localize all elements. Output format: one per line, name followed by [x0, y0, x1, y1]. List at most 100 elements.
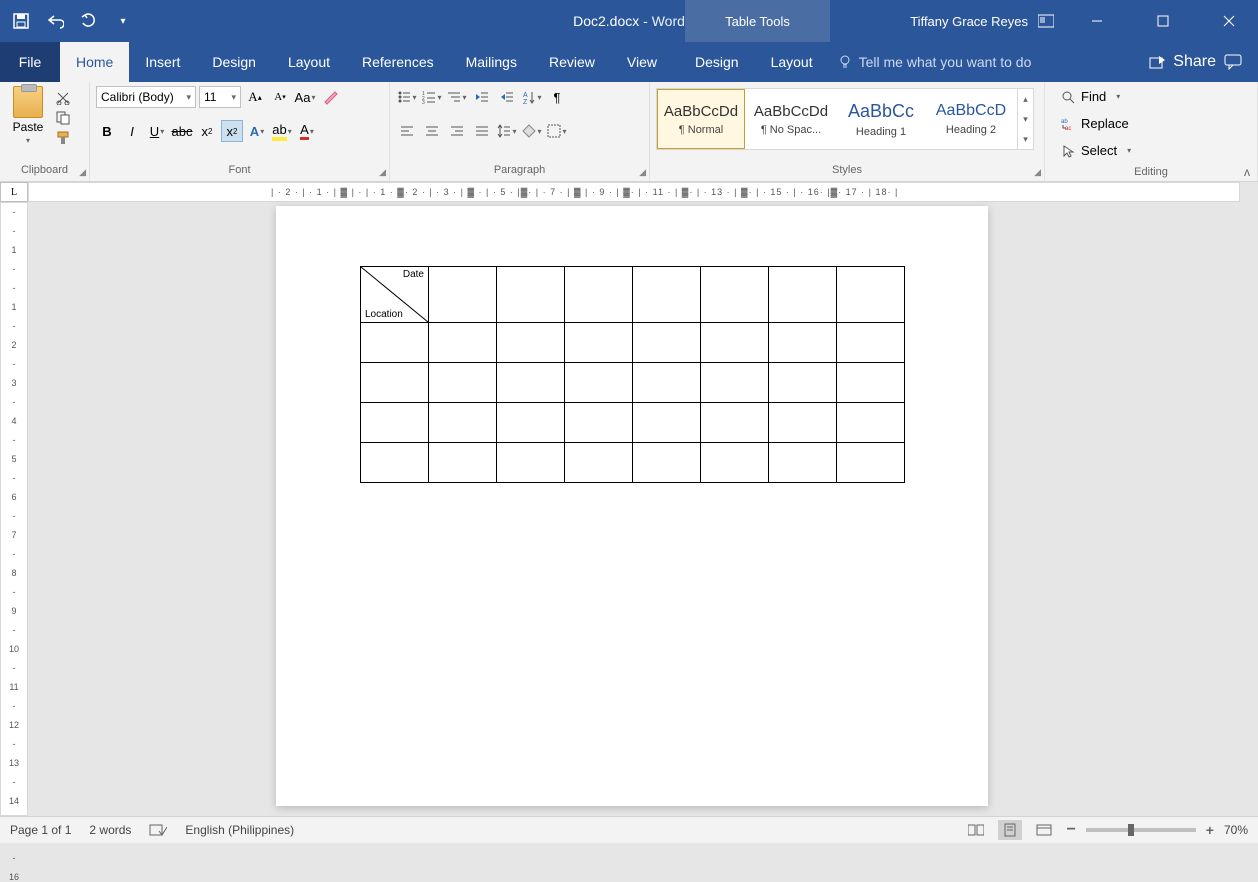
find-button[interactable]: Find▾ — [1055, 86, 1247, 107]
style-normal[interactable]: AaBbCcDd¶ Normal — [657, 89, 745, 149]
table-cell[interactable] — [429, 323, 497, 363]
align-center-button[interactable] — [421, 120, 443, 142]
replace-button[interactable]: abac Replace — [1055, 113, 1247, 134]
tab-insert[interactable]: Insert — [129, 42, 196, 82]
font-name-combo[interactable]: Calibri (Body)▾ — [96, 86, 196, 108]
table-cell[interactable] — [701, 323, 769, 363]
font-launcher-icon[interactable]: ◢ — [379, 165, 386, 179]
table-cell[interactable] — [429, 403, 497, 443]
table-cell[interactable] — [837, 443, 905, 483]
redo-icon[interactable] — [80, 12, 98, 30]
table-cell[interactable] — [633, 267, 701, 323]
bold-button[interactable]: B — [96, 120, 118, 142]
table-cell[interactable] — [497, 443, 565, 483]
table-cell[interactable] — [361, 443, 429, 483]
table-header-diagonal[interactable]: Date Location — [361, 267, 429, 323]
paragraph-launcher-icon[interactable]: ◢ — [639, 165, 646, 179]
table-cell[interactable] — [565, 323, 633, 363]
strikethrough-button[interactable]: abc — [171, 120, 193, 142]
content-table[interactable]: Date Location — [360, 266, 905, 483]
tab-table-layout[interactable]: Layout — [755, 42, 829, 82]
grow-font-icon[interactable]: A▴ — [244, 86, 266, 108]
shrink-font-icon[interactable]: A▾ — [269, 86, 291, 108]
print-layout-icon[interactable] — [998, 820, 1022, 840]
comments-icon[interactable] — [1224, 54, 1244, 70]
text-effects-button[interactable]: A — [246, 120, 268, 142]
sort-button[interactable]: AZ — [521, 86, 543, 108]
table-cell[interactable] — [633, 363, 701, 403]
table-cell[interactable] — [633, 443, 701, 483]
table-cell[interactable] — [361, 363, 429, 403]
undo-icon[interactable] — [46, 12, 64, 30]
font-size-combo[interactable]: 11▾ — [199, 86, 241, 108]
table-cell[interactable] — [565, 403, 633, 443]
clear-formatting-icon[interactable] — [319, 86, 341, 108]
shading-button[interactable] — [521, 120, 543, 142]
table-cell[interactable] — [769, 363, 837, 403]
tab-review[interactable]: Review — [533, 42, 611, 82]
table-cell[interactable] — [633, 403, 701, 443]
styles-launcher-icon[interactable]: ◢ — [1034, 165, 1041, 179]
save-icon[interactable] — [12, 12, 30, 30]
maximize-button[interactable] — [1140, 0, 1186, 42]
table-cell[interactable] — [837, 267, 905, 323]
user-name[interactable]: Tiffany Grace Reyes — [910, 14, 1054, 29]
spellcheck-icon[interactable] — [149, 823, 167, 837]
tab-file[interactable]: File — [0, 42, 60, 82]
table-cell[interactable] — [701, 403, 769, 443]
zoom-in-button[interactable]: + — [1206, 822, 1214, 838]
clipboard-launcher-icon[interactable]: ◢ — [79, 165, 86, 179]
underline-button[interactable]: U — [146, 120, 168, 142]
copy-icon[interactable] — [54, 110, 72, 126]
tab-references[interactable]: References — [346, 42, 450, 82]
zoom-slider[interactable] — [1086, 828, 1196, 832]
select-button[interactable]: Select▾ — [1055, 140, 1247, 161]
share-button[interactable]: Share — [1149, 53, 1216, 71]
change-case-button[interactable]: Aa — [294, 86, 316, 108]
font-color-button[interactable]: A — [296, 120, 318, 142]
table-cell[interactable] — [837, 403, 905, 443]
table-cell[interactable] — [361, 403, 429, 443]
subscript-button[interactable]: x2 — [196, 120, 218, 142]
align-left-button[interactable] — [396, 120, 418, 142]
format-painter-icon[interactable] — [54, 130, 72, 146]
tab-layout[interactable]: Layout — [272, 42, 346, 82]
style-heading1[interactable]: AaBbCcHeading 1 — [837, 89, 925, 149]
table-cell[interactable] — [361, 323, 429, 363]
web-layout-icon[interactable] — [1032, 820, 1056, 840]
style-heading2[interactable]: AaBbCcDHeading 2 — [927, 89, 1015, 149]
table-cell[interactable] — [497, 267, 565, 323]
borders-button[interactable] — [546, 120, 568, 142]
cut-icon[interactable] — [54, 90, 72, 106]
document-page[interactable]: Date Location — [276, 206, 988, 806]
table-cell[interactable] — [565, 443, 633, 483]
superscript-button[interactable]: x2 — [221, 120, 243, 142]
tab-mailings[interactable]: Mailings — [450, 42, 533, 82]
table-cell[interactable] — [565, 363, 633, 403]
tab-home[interactable]: Home — [60, 42, 129, 82]
table-cell[interactable] — [497, 403, 565, 443]
style-no-spacing[interactable]: AaBbCcDd¶ No Spac... — [747, 89, 835, 149]
table-cell[interactable] — [429, 267, 497, 323]
table-cell[interactable] — [429, 443, 497, 483]
table-cell[interactable] — [633, 323, 701, 363]
horizontal-ruler[interactable]: | · 2 · | · 1 · | ▓ | · | · 1 · ▓· 2 · |… — [28, 182, 1240, 202]
paste-button[interactable]: Paste ▾ — [8, 86, 48, 145]
multilevel-list-button[interactable] — [446, 86, 468, 108]
qat-customize-icon[interactable]: ▾ — [114, 12, 132, 30]
table-cell[interactable] — [565, 267, 633, 323]
status-page[interactable]: Page 1 of 1 — [10, 823, 71, 837]
minimize-button[interactable] — [1074, 0, 1120, 42]
status-language[interactable]: English (Philippines) — [185, 823, 294, 837]
vertical-ruler[interactable]: --1--1-2-3-4-5-6-7-8-9-10-11-12-13-14-15… — [0, 202, 28, 816]
tab-view[interactable]: View — [611, 42, 673, 82]
italic-button[interactable]: I — [121, 120, 143, 142]
numbering-button[interactable]: 123 — [421, 86, 443, 108]
zoom-out-button[interactable]: − — [1066, 821, 1075, 839]
tab-table-design[interactable]: Design — [679, 42, 755, 82]
table-cell[interactable] — [837, 323, 905, 363]
tab-design[interactable]: Design — [196, 42, 272, 82]
table-cell[interactable] — [701, 443, 769, 483]
status-words[interactable]: 2 words — [89, 823, 131, 837]
table-cell[interactable] — [769, 403, 837, 443]
